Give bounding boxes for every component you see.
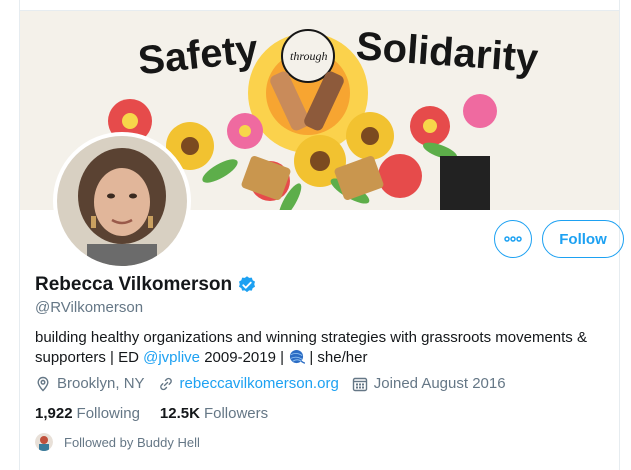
profile-avatar[interactable] [53, 132, 191, 270]
bio-mention-link[interactable]: @jvplive [143, 349, 200, 366]
top-strip [20, 0, 619, 11]
following-label: Following [76, 405, 140, 422]
bio-text-years: 2009-2019 | [200, 348, 289, 366]
following-stat[interactable]: 1,922 Following [35, 405, 140, 422]
followers-count: 12.5K [159, 405, 200, 422]
website-link[interactable]: rebeccavilkomerson.org [180, 375, 339, 392]
followed-by[interactable]: Followed by Buddy Hell [35, 433, 200, 451]
avatar-photo [57, 136, 187, 266]
profile-handle: @RVilkomerson [35, 299, 144, 316]
followers-label: Followers [203, 405, 269, 422]
location-text: Brooklyn, NY [57, 375, 145, 392]
profile-name-row: Rebecca Vilkomerson [35, 274, 257, 296]
follower-avatar-image [35, 433, 53, 451]
followed-by-text: Followed by Buddy Hell [64, 434, 200, 450]
yarn-emoji-icon [290, 349, 306, 364]
joined-text: Joined August 2016 [373, 375, 506, 392]
location-item: Brooklyn, NY [35, 375, 145, 392]
website-item[interactable]: rebeccavilkomerson.org [158, 375, 339, 392]
profile-card: Safety through Solidarity Follow [19, 0, 624, 470]
joined-item: Joined August 2016 [352, 375, 506, 392]
follower-avatar [35, 433, 53, 451]
follow-button[interactable]: Follow [542, 220, 624, 258]
verified-badge-icon [239, 276, 256, 293]
calendar-icon [352, 377, 367, 391]
banner-text-through: through [290, 49, 328, 63]
profile-meta: Brooklyn, NY rebeccavilkomerson.org Join… [35, 375, 519, 392]
profile-bio: building healthy organizations and winni… [35, 328, 605, 367]
location-pin-icon [37, 376, 49, 391]
link-icon [159, 377, 172, 390]
follow-stats: 1,922 Following 12.5K Followers [35, 405, 288, 422]
bio-pronouns: | she/her [305, 348, 368, 366]
following-count: 1,922 [35, 405, 73, 422]
more-icon [504, 236, 522, 242]
more-options-button[interactable] [494, 220, 532, 258]
followers-stat[interactable]: 12.5K Followers [160, 405, 268, 422]
profile-name: Rebecca Vilkomerson [35, 274, 233, 295]
